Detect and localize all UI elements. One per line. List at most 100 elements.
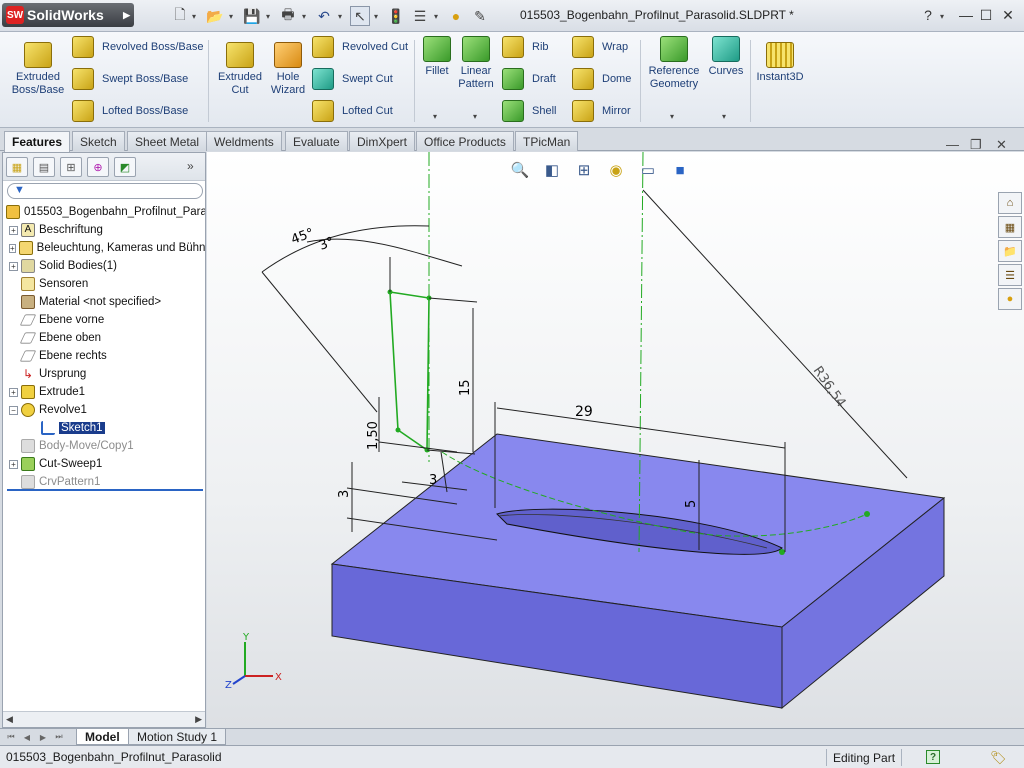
model-view[interactable]: 45° 3° 15 29 1,50 3 3 5 R36,54 Y X Z [207,152,1024,728]
tree-item[interactable]: + Solid Bodies(1) [3,257,205,275]
properties-dropdown-icon[interactable]: ▾ [432,6,440,26]
undo-icon[interactable]: ↶ [314,6,334,26]
reference-geometry-button[interactable]: Reference Geometry [646,36,702,91]
tab-weldments[interactable]: Weldments [206,131,282,151]
tab-tpicman[interactable]: TPicMan [515,131,579,151]
curves-button[interactable]: Curves [706,36,746,78]
help-dropdown-icon[interactable]: ▾ [938,6,946,26]
last-tab-icon[interactable]: ⏭ [52,730,66,744]
tab-model[interactable]: Model [76,729,129,745]
rollback-bar[interactable] [7,489,203,491]
tab-dimxpert[interactable]: DimXpert [349,131,416,151]
tab-evaluate[interactable]: Evaluate [285,131,348,151]
undo-dropdown-icon[interactable]: ▾ [336,6,344,26]
dimension-29-label[interactable]: 29 [575,404,593,420]
view-palette-icon[interactable]: ☰ [998,264,1022,286]
linear-pattern-button[interactable]: Linear Pattern [456,36,496,91]
lofted-boss-button[interactable]: Lofted Boss/Base [72,100,188,122]
expand-icon[interactable]: + [9,459,18,469]
open-folder-icon[interactable]: 📂 [205,6,225,26]
zoom-to-fit-icon[interactable]: 🔍 [507,158,533,182]
tree-item[interactable]: Ebene vorne [3,311,205,329]
tag-icon[interactable]: 🏷 [990,750,1007,766]
mirror-button[interactable]: Mirror [572,100,631,122]
horizontal-scrollbar[interactable]: ◀ ▶ [3,711,205,727]
tree-item-sketch1[interactable]: Sketch1 [3,419,205,437]
tree-item[interactable]: Sensoren [3,275,205,293]
tree-item[interactable]: + Beleuchtung, Kameras und Bühne [3,239,205,257]
select-dropdown-icon[interactable]: ▾ [372,6,380,26]
tab-sheet-metal[interactable]: Sheet Metal [127,131,208,151]
lofted-cut-button[interactable]: Lofted Cut [312,100,393,122]
section-view-icon[interactable]: ◧ [539,158,565,182]
tree-item[interactable]: Body-Move/Copy1 [3,437,205,455]
fillet-button[interactable]: Fillet [420,36,454,78]
print-dropdown-icon[interactable]: ▾ [300,6,308,26]
tab-office-products[interactable]: Office Products [416,131,514,151]
tree-item[interactable]: + Extrude1 [3,383,205,401]
tree-filter-input[interactable]: ▼ [7,183,203,199]
dimension-150-label[interactable]: 1,50 [366,421,381,450]
tree-item[interactable]: Ebene rechts [3,347,205,365]
doc-restore-icon[interactable]: ❐ [970,137,982,153]
revolved-boss-button[interactable]: Revolved Boss/Base [72,36,204,58]
file-properties-icon[interactable]: ☰ [410,6,430,26]
extruded-cut-button[interactable]: Extruded Cut [214,42,266,97]
minimize-icon[interactable]: — [956,6,976,24]
close-icon[interactable]: ✕ [998,6,1018,24]
dimxpert-manager-icon[interactable]: ⊕ [87,157,109,177]
tree-root[interactable]: 015503_Bogenbahn_Profilnut_Parasolid [3,203,205,221]
tree-item[interactable]: Ebene oben [3,329,205,347]
shell-button[interactable]: Shell [502,100,556,122]
maximize-icon[interactable]: ☐ [976,6,996,24]
configuration-manager-icon[interactable]: ⊞ [60,157,82,177]
collapse-icon[interactable]: − [9,405,18,415]
open-dropdown-icon[interactable]: ▾ [227,6,235,26]
draft-button[interactable]: Draft [502,68,556,90]
save-dropdown-icon[interactable]: ▾ [264,6,272,26]
graphics-area[interactable]: 45° 3° 15 29 1,50 3 3 5 R36,54 Y X Z 🔍 ◧… [207,152,1024,728]
new-document-icon[interactable]: 🗋 [170,6,190,26]
display-style-icon[interactable]: ◉ [603,158,629,182]
scroll-left-icon[interactable]: ◀ [6,714,13,725]
scroll-right-icon[interactable]: ▶ [195,714,202,725]
fillet-dropdown-icon[interactable]: ▾ [433,112,437,121]
expand-panel-icon[interactable]: » [187,159,194,173]
expand-icon[interactable]: + [9,387,18,397]
curves-dropdown-icon[interactable]: ▾ [722,112,726,121]
tree-item[interactable]: + Cut-Sweep1 [3,455,205,473]
tree-item[interactable]: ↳ Ursprung [3,365,205,383]
next-tab-icon[interactable]: ▶ [36,730,50,744]
expand-icon[interactable]: + [9,225,18,235]
reference-dropdown-icon[interactable]: ▾ [670,112,674,121]
radius-label[interactable]: R36,54 [810,364,849,410]
design-library-icon[interactable]: ▦ [998,216,1022,238]
dimension-5-label[interactable]: 5 [684,500,699,508]
instant3d-button[interactable]: Instant3D [752,42,808,84]
angle-dimension-arc[interactable] [261,225,430,273]
status-help-icon[interactable]: ? [926,750,940,764]
swept-boss-button[interactable]: Swept Boss/Base [72,68,188,90]
property-manager-icon[interactable]: ▤ [33,157,55,177]
tab-motion-study-1[interactable]: Motion Study 1 [128,729,227,745]
select-pointer-icon[interactable]: ↖ [350,6,370,26]
save-icon[interactable]: 💾 [242,6,262,26]
dimension-15-label[interactable]: 15 [458,379,473,396]
print-icon[interactable]: 🖶 [278,6,298,26]
tree-item[interactable]: + A Beschriftung [3,221,205,239]
pattern-dropdown-icon[interactable]: ▾ [473,112,477,121]
solidworks-menu-button[interactable]: SW SolidWorks ▶ [2,3,134,27]
tree-item[interactable]: − Revolve1 [3,401,205,419]
tab-sketch[interactable]: Sketch [72,131,125,151]
file-explorer-icon[interactable]: 📁 [998,240,1022,262]
view-orientation-icon[interactable]: ⊞ [571,158,597,182]
feature-tree-icon[interactable]: ▦ [6,157,28,177]
angle-3-label[interactable]: 3° [317,235,336,254]
rib-button[interactable]: Rib [502,36,549,58]
rebuild-traffic-light-icon[interactable]: 🚦 [386,6,406,26]
help-icon[interactable]: ? [918,6,938,24]
hole-wizard-button[interactable]: Hole Wizard [268,42,308,97]
revolved-cut-button[interactable]: Revolved Cut [312,36,408,58]
tab-features[interactable]: Features [4,131,71,152]
dimension-3-left-label[interactable]: 3 [337,490,352,498]
